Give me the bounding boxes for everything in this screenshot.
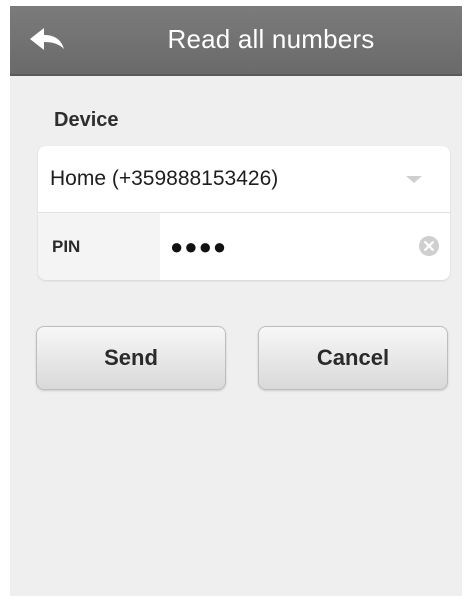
- pin-input[interactable]: ●●●●: [170, 213, 400, 280]
- pin-label: PIN: [52, 237, 81, 256]
- clear-circle-icon: [419, 236, 439, 256]
- app-screen: Read all numbers Device Home (+359888153…: [0, 0, 466, 601]
- page-content: Read all numbers Device Home (+359888153…: [10, 6, 462, 596]
- page-title: Read all numbers: [167, 24, 375, 54]
- device-select-value: Home (+359888153426): [50, 167, 279, 190]
- navigation-bar: Read all numbers: [10, 6, 462, 76]
- chevron-down-icon: [406, 176, 422, 183]
- clear-pin-button[interactable]: [418, 235, 440, 257]
- device-section-label: Device: [54, 109, 119, 131]
- back-button[interactable]: [24, 20, 72, 60]
- pin-row: PIN ●●●●: [38, 213, 450, 280]
- back-arrow-icon: [30, 28, 64, 50]
- cancel-button[interactable]: Cancel: [258, 326, 448, 390]
- device-form-card: Home (+359888153426) PIN ●●●●: [38, 146, 450, 280]
- pin-label-cell: PIN: [38, 213, 160, 280]
- send-button[interactable]: Send: [36, 326, 226, 390]
- device-select[interactable]: Home (+359888153426): [38, 146, 450, 213]
